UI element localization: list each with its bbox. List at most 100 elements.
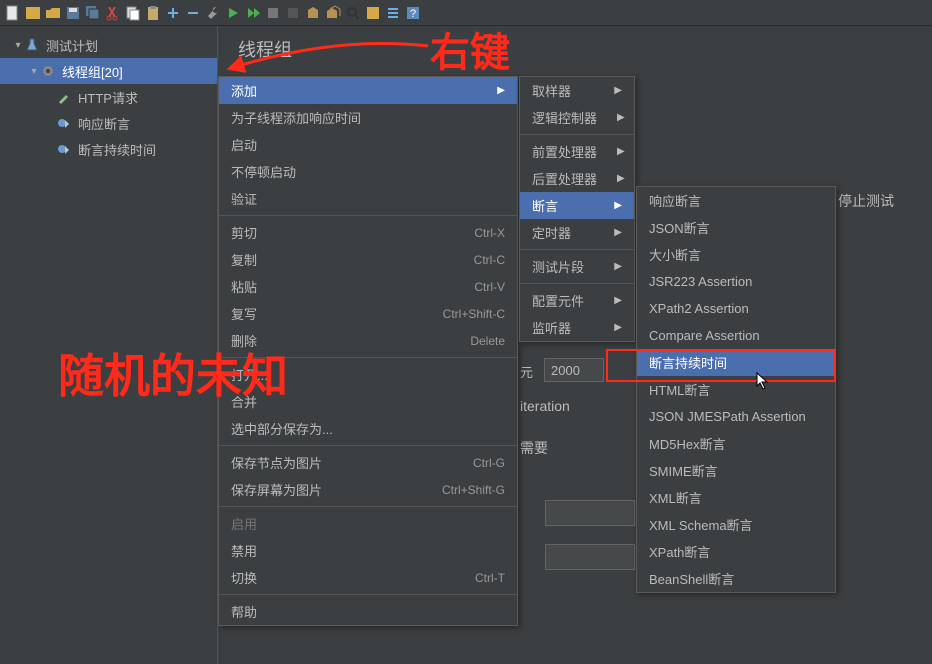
menu-item[interactable]: 逻辑控制器▶ bbox=[520, 104, 634, 131]
menu-item[interactable]: 大小断言 bbox=[637, 241, 835, 268]
menu-item[interactable]: 复制Ctrl-C bbox=[219, 246, 517, 273]
menu-item[interactable]: 合并 bbox=[219, 388, 517, 415]
menu-item[interactable]: Compare Assertion bbox=[637, 322, 835, 349]
save-icon[interactable] bbox=[64, 4, 82, 22]
menu-item[interactable]: XPath断言 bbox=[637, 538, 835, 565]
menu-shortcut: Ctrl+Shift-C bbox=[443, 307, 505, 321]
shutdown-icon[interactable] bbox=[284, 4, 302, 22]
menu-shortcut: Ctrl-T bbox=[475, 571, 505, 585]
copy-icon[interactable] bbox=[124, 4, 142, 22]
menu-item[interactable]: 粘贴Ctrl-V bbox=[219, 273, 517, 300]
minus-icon[interactable] bbox=[184, 4, 202, 22]
tree-panel: ▾ 测试计划 ▾ 线程组[20] HTTP请求 响应断言 断言持续时间 bbox=[0, 26, 218, 664]
templates-icon[interactable] bbox=[24, 4, 42, 22]
menu-item[interactable]: XML Schema断言 bbox=[637, 511, 835, 538]
tree-response-assertion[interactable]: 响应断言 bbox=[0, 110, 217, 136]
menu-item[interactable]: JSON JMESPath Assertion bbox=[637, 403, 835, 430]
empty-input-2[interactable] bbox=[545, 544, 635, 570]
menu-item-label: 添加 bbox=[231, 81, 257, 100]
menu-item-label: 不停顿启动 bbox=[231, 162, 296, 181]
add-icon[interactable] bbox=[164, 4, 182, 22]
svg-text:?: ? bbox=[410, 8, 416, 20]
tree-http-request[interactable]: HTTP请求 bbox=[0, 84, 217, 110]
menu-item[interactable]: 启动 bbox=[219, 131, 517, 158]
new-file-icon[interactable] bbox=[4, 4, 22, 22]
menu-item-label: 定时器 bbox=[532, 223, 571, 242]
chevron-down-icon: ▾ bbox=[28, 66, 40, 77]
menu-item-label: XPath断言 bbox=[649, 542, 710, 561]
menu-item[interactable]: 前置处理器▶ bbox=[520, 138, 634, 165]
menu-item-label: 大小断言 bbox=[649, 245, 701, 264]
menu-item[interactable]: 为子线程添加响应时间 bbox=[219, 104, 517, 131]
menu-item-label: XPath2 Assertion bbox=[649, 301, 749, 316]
menu-shortcut: Ctrl-X bbox=[474, 226, 505, 240]
menu-item-label: 逻辑控制器 bbox=[532, 108, 597, 127]
menu-item[interactable]: HTML断言 bbox=[637, 376, 835, 403]
menu-item[interactable]: JSR223 Assertion bbox=[637, 268, 835, 295]
menu-item[interactable]: 删除Delete bbox=[219, 327, 517, 354]
menu-item[interactable]: 保存节点为图片Ctrl-G bbox=[219, 449, 517, 476]
menu-item[interactable]: 打开... bbox=[219, 361, 517, 388]
value-field[interactable]: 2000 bbox=[544, 358, 604, 382]
clear-all-icon[interactable] bbox=[324, 4, 342, 22]
context-submenu-add: 取样器▶逻辑控制器▶前置处理器▶后置处理器▶断言▶定时器▶测试片段▶配置元件▶监… bbox=[519, 76, 635, 342]
menu-item[interactable]: 选中部分保存为... bbox=[219, 415, 517, 442]
tree-root[interactable]: ▾ 测试计划 bbox=[0, 32, 217, 58]
menu-item[interactable]: XML断言 bbox=[637, 484, 835, 511]
menu-item[interactable]: SMIME断言 bbox=[637, 457, 835, 484]
stop-icon[interactable] bbox=[264, 4, 282, 22]
cut-icon[interactable] bbox=[104, 4, 122, 22]
menu-item-label: HTML断言 bbox=[649, 380, 710, 399]
menu-item[interactable]: JSON断言 bbox=[637, 214, 835, 241]
pipette-icon bbox=[56, 89, 72, 105]
menu-item[interactable]: 验证 bbox=[219, 185, 517, 212]
run-icon[interactable] bbox=[224, 4, 242, 22]
menu-item[interactable]: 取样器▶ bbox=[520, 77, 634, 104]
wrench-icon[interactable] bbox=[204, 4, 222, 22]
menu-item[interactable]: BeanShell断言 bbox=[637, 565, 835, 592]
chevron-right-icon: ▶ bbox=[614, 85, 622, 96]
menu-item[interactable]: 保存屏幕为图片Ctrl+Shift-G bbox=[219, 476, 517, 503]
menu-item[interactable]: XPath2 Assertion bbox=[637, 295, 835, 322]
save-all-icon[interactable] bbox=[84, 4, 102, 22]
fn-icon[interactable] bbox=[364, 4, 382, 22]
empty-input-1[interactable] bbox=[545, 500, 635, 526]
assert-icon bbox=[56, 141, 72, 157]
menu-item[interactable]: 复写Ctrl+Shift-C bbox=[219, 300, 517, 327]
chevron-right-icon: ▶ bbox=[614, 261, 622, 272]
menu-item[interactable]: 测试片段▶ bbox=[520, 253, 634, 280]
menu-item-label: 启动 bbox=[231, 135, 257, 154]
chevron-down-icon: ▾ bbox=[12, 40, 24, 51]
help-icon[interactable]: ? bbox=[404, 4, 422, 22]
menu-item[interactable]: 断言▶ bbox=[520, 192, 634, 219]
menu-item-label: 合并 bbox=[231, 392, 257, 411]
menu-item-label: 响应断言 bbox=[649, 191, 701, 210]
menu-item[interactable]: MD5Hex断言 bbox=[637, 430, 835, 457]
paste-icon[interactable] bbox=[144, 4, 162, 22]
menu-item[interactable]: 剪切Ctrl-X bbox=[219, 219, 517, 246]
menu-item[interactable]: 不停顿启动 bbox=[219, 158, 517, 185]
chevron-right-icon: ▶ bbox=[617, 173, 625, 184]
search-icon[interactable] bbox=[344, 4, 362, 22]
menu-item[interactable]: 断言持续时间 bbox=[637, 349, 835, 376]
tree-thread-group[interactable]: ▾ 线程组[20] bbox=[0, 58, 217, 84]
menu-item[interactable]: 配置元件▶ bbox=[520, 287, 634, 314]
menu-item[interactable]: 响应断言 bbox=[637, 187, 835, 214]
menu-item[interactable]: 监听器▶ bbox=[520, 314, 634, 341]
menu-item[interactable]: 后置处理器▶ bbox=[520, 165, 634, 192]
list-icon[interactable] bbox=[384, 4, 402, 22]
menu-item[interactable]: 禁用 bbox=[219, 537, 517, 564]
menu-item[interactable]: 帮助 bbox=[219, 598, 517, 625]
chevron-right-icon: ▶ bbox=[617, 146, 625, 157]
menu-shortcut: Ctrl-G bbox=[473, 456, 505, 470]
menu-item[interactable]: 添加▶ bbox=[219, 77, 517, 104]
clear-icon[interactable] bbox=[304, 4, 322, 22]
run-no-pause-icon[interactable] bbox=[244, 4, 262, 22]
tree-duration-assertion[interactable]: 断言持续时间 bbox=[0, 136, 217, 162]
assert-icon bbox=[56, 115, 72, 131]
menu-item[interactable]: 定时器▶ bbox=[520, 219, 634, 246]
menu-item[interactable]: 切换Ctrl-T bbox=[219, 564, 517, 591]
open-icon[interactable] bbox=[44, 4, 62, 22]
menu-item[interactable]: 启用 bbox=[219, 510, 517, 537]
menu-item-label: 配置元件 bbox=[532, 291, 584, 310]
